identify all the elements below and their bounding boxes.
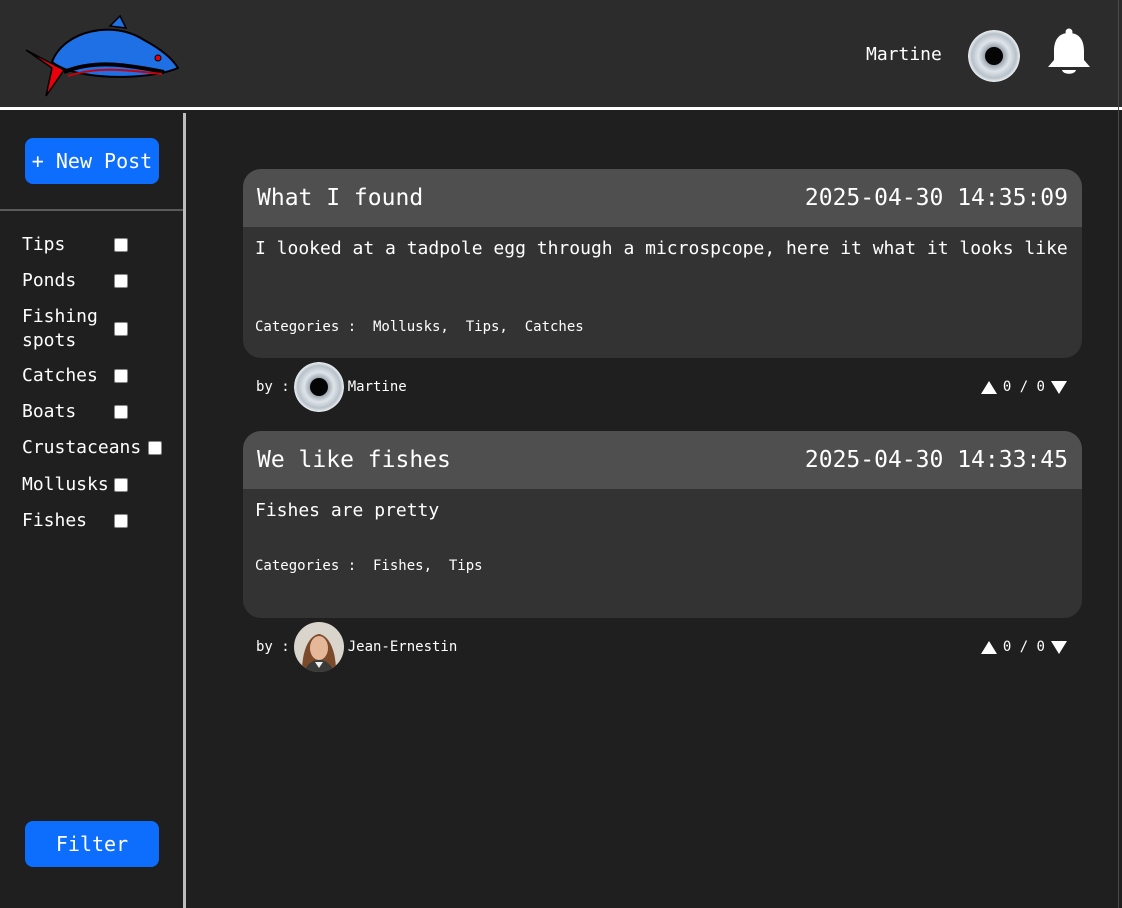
filter-label: Catches	[22, 365, 98, 386]
post-title[interactable]: We like fishes	[257, 447, 451, 473]
filter-checkbox-fishing-spots[interactable]	[114, 322, 128, 336]
upvote-icon[interactable]	[980, 380, 997, 394]
post-categories: Categories : Mollusks, Tips, Catches	[255, 319, 584, 335]
sidebar: + New Post Tips Ponds Fishing spots Catc…	[0, 113, 186, 908]
post-header: What I found 2025-04-30 14:35:09	[243, 169, 1082, 227]
filter-label: Fishing spots	[22, 306, 98, 351]
filter-checkbox-mollusks[interactable]	[114, 478, 128, 492]
new-post-button[interactable]: + New Post	[25, 138, 159, 184]
top-bar: Martine	[0, 0, 1122, 110]
post-card[interactable]: What I found 2025-04-30 14:35:09 I looke…	[243, 169, 1082, 358]
author-avatar[interactable]	[293, 362, 344, 412]
header-avatar[interactable]	[968, 30, 1020, 82]
filter-label: Ponds	[22, 270, 77, 291]
post-categories: Categories : Fishes, Tips	[255, 558, 483, 574]
filter-checkbox-crustaceans[interactable]	[148, 441, 162, 455]
post-title[interactable]: What I found	[257, 185, 423, 211]
sidebar-divider	[0, 209, 183, 211]
author-name[interactable]: Martine	[348, 379, 407, 395]
filter-label: Tips	[22, 234, 66, 255]
filter-checkbox-catches[interactable]	[114, 369, 128, 383]
filter-item-fishing-spots: Fishing spots	[22, 305, 172, 353]
bell-icon[interactable]	[1046, 27, 1092, 77]
vote-controls: 0 / 0	[980, 639, 1067, 655]
filter-item-crustaceans: Crustaceans	[22, 436, 172, 460]
downvote-icon[interactable]	[1051, 640, 1067, 654]
downvote-icon[interactable]	[1051, 380, 1067, 394]
filter-label: Crustaceans	[22, 437, 142, 458]
post-body: I looked at a tadpole egg through a micr…	[255, 238, 1068, 259]
filter-item-fishes: Fishes	[22, 509, 172, 533]
post-feed: What I found 2025-04-30 14:35:09 I looke…	[189, 113, 1119, 908]
post-date: 2025-04-30 14:33:45	[804, 447, 1068, 473]
filter-item-catches: Catches	[22, 364, 172, 388]
post-header: We like fishes 2025-04-30 14:33:45	[243, 431, 1082, 489]
header-user-name[interactable]: Martine	[866, 44, 942, 65]
vote-controls: 0 / 0	[980, 379, 1067, 395]
filter-item-boats: Boats	[22, 400, 172, 424]
filter-checkbox-fishes[interactable]	[114, 514, 128, 528]
filter-item-ponds: Ponds	[22, 269, 172, 293]
vote-count: 0 / 0	[1002, 379, 1045, 395]
by-label: by :	[256, 639, 290, 655]
post-body: Fishes are pretty	[255, 500, 440, 521]
filter-label: Boats	[22, 401, 77, 422]
filter-checkbox-ponds[interactable]	[114, 274, 128, 288]
author-avatar[interactable]	[293, 622, 344, 672]
filter-item-tips: Tips	[22, 233, 172, 257]
scrollbar[interactable]	[1118, 0, 1119, 908]
filter-checkbox-tips[interactable]	[114, 238, 128, 252]
post-card[interactable]: We like fishes 2025-04-30 14:33:45 Fishe…	[243, 431, 1082, 618]
filter-item-mollusks: Mollusks	[22, 473, 172, 497]
upvote-icon[interactable]	[980, 640, 997, 654]
post-date: 2025-04-30 14:35:09	[804, 185, 1068, 211]
post-meta: by : Martine 0 / 0	[256, 362, 1067, 412]
filter-label: Fishes	[22, 510, 88, 531]
post-meta: by : Jean-Ernestin 0 / 0	[256, 622, 1067, 672]
filter-checkbox-boats[interactable]	[114, 405, 128, 419]
by-label: by :	[256, 379, 290, 395]
filter-button[interactable]: Filter	[25, 821, 159, 867]
author-name[interactable]: Jean-Ernestin	[348, 639, 458, 655]
fish-logo[interactable]	[24, 10, 184, 100]
vote-count: 0 / 0	[1002, 639, 1045, 655]
filter-label: Mollusks	[22, 474, 109, 495]
